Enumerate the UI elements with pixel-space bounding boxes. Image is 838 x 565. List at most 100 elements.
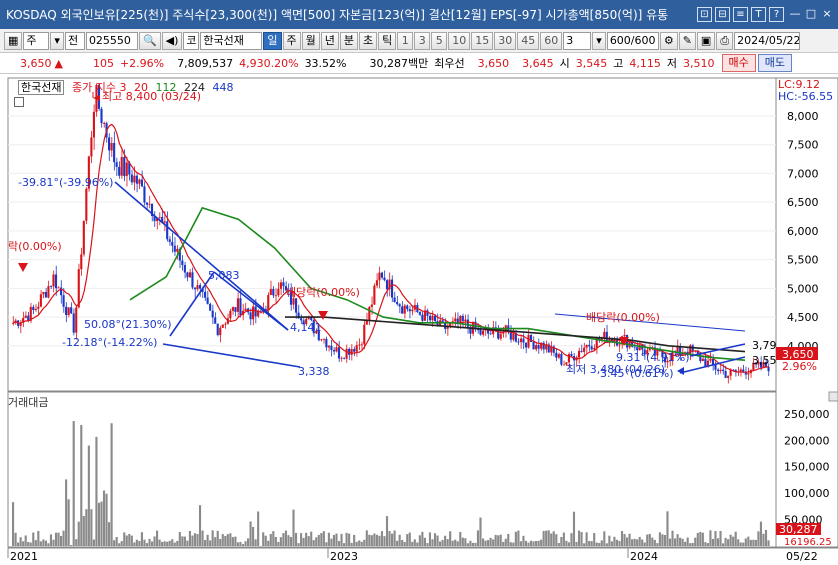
market-select[interactable]: 주 — [23, 31, 50, 50]
settings-icon[interactable]: ⚙ — [659, 31, 678, 50]
volume-bar — [608, 535, 611, 546]
date-input[interactable]: 2024/05/22 — [734, 31, 801, 50]
speaker-icon[interactable]: ◀) — [161, 31, 183, 50]
candle-body — [92, 111, 95, 138]
period-day[interactable]: 일 — [263, 31, 282, 50]
chevron-down-icon[interactable]: ▾ — [592, 31, 606, 50]
candle-body — [517, 341, 520, 343]
sector-prefix[interactable]: 코 — [183, 31, 200, 50]
volume-bar — [67, 499, 70, 546]
candle-body — [327, 345, 330, 348]
candle-body — [537, 345, 540, 349]
volume-bar — [110, 423, 113, 546]
up-arrow-icon: ▲ — [54, 56, 63, 70]
sell-button[interactable]: 매도 — [757, 54, 792, 72]
candle-body — [239, 298, 242, 316]
volume-bar — [39, 541, 42, 546]
volume-bar — [570, 533, 573, 546]
search-icon[interactable]: 🔍 — [138, 31, 161, 50]
count-input[interactable]: 600/600 — [606, 31, 659, 50]
print-icon[interactable]: ⎙ — [716, 31, 734, 50]
link-icon[interactable]: ⊡ — [697, 7, 712, 22]
candle-body — [380, 272, 384, 278]
volume-bar — [156, 530, 159, 546]
chart-settings-icon[interactable] — [14, 97, 24, 107]
stock-code-input[interactable]: 025550 — [85, 31, 138, 50]
volume-bar — [679, 537, 682, 546]
volume-bar — [724, 537, 727, 546]
interval-input[interactable]: 3 — [563, 31, 592, 50]
period-second[interactable]: 초 — [359, 31, 378, 50]
period-week[interactable]: 주 — [282, 31, 301, 50]
minute-5[interactable]: 5 — [431, 31, 448, 50]
candle-body — [742, 369, 745, 372]
date-label-last: 05/22 — [786, 550, 818, 563]
chevron-down-icon[interactable]: ▾ — [50, 31, 64, 50]
minute-15[interactable]: 15 — [471, 31, 494, 50]
full-select[interactable]: 전 — [64, 31, 85, 50]
grid-icon[interactable]: ▦ — [4, 31, 23, 50]
draw-icon[interactable]: ✎ — [678, 31, 696, 50]
candle-body — [120, 157, 123, 176]
candle-body — [721, 369, 725, 372]
volume-bar — [502, 541, 505, 546]
minute-1[interactable]: 1 — [397, 31, 414, 50]
candle-body — [716, 369, 720, 372]
panel-scroll-up[interactable] — [828, 391, 838, 402]
minute-60[interactable]: 60 — [540, 31, 563, 50]
candle-body — [398, 304, 401, 307]
volume-bar — [143, 539, 146, 546]
volume-bar — [519, 541, 522, 546]
candle-body — [209, 303, 212, 311]
volume-bar — [92, 539, 95, 546]
amount: 30,287백만 — [369, 57, 429, 70]
volume-bar — [436, 535, 439, 546]
volume-bar — [590, 541, 593, 546]
candle-body — [603, 331, 606, 338]
volume-bar — [231, 537, 234, 546]
minute-3[interactable]: 3 — [414, 31, 431, 50]
volume-bar — [302, 537, 305, 546]
volume-bar — [689, 543, 692, 546]
minimize-button[interactable]: — — [788, 7, 802, 22]
minute-30[interactable]: 30 — [494, 31, 517, 50]
period-tick[interactable]: 틱 — [378, 31, 397, 50]
candle-body — [100, 108, 103, 124]
maximize-button[interactable]: □ — [804, 7, 818, 22]
candle-body — [570, 354, 573, 357]
volume-bar — [686, 537, 689, 546]
candle-body — [42, 291, 45, 295]
buy-button[interactable]: 매수 — [721, 54, 756, 72]
period-year[interactable]: 년 — [320, 31, 339, 50]
volume-bar — [378, 535, 381, 546]
volume-bar — [221, 534, 224, 546]
candle-body — [363, 324, 366, 345]
help-icon[interactable]: ? — [769, 7, 784, 22]
close-button[interactable]: × — [820, 7, 834, 22]
right-label-a: 3,79 — [752, 339, 777, 352]
annotation-pct2: 50.08°(21.30%) — [84, 318, 172, 331]
period-minute[interactable]: 분 — [339, 31, 359, 50]
volume-bar — [153, 536, 156, 546]
volume-bar — [54, 532, 58, 546]
volume-bar — [739, 542, 742, 546]
minute-10[interactable]: 10 — [448, 31, 471, 50]
volume-bar — [466, 543, 469, 546]
save-icon[interactable]: ▣ — [696, 31, 716, 50]
volume-bar — [527, 542, 530, 546]
text-icon[interactable]: T — [751, 7, 766, 22]
volume-bar — [605, 543, 608, 546]
candle-body — [133, 175, 136, 183]
minute-45[interactable]: 45 — [517, 31, 540, 50]
volume-bar — [12, 502, 15, 546]
minimize-panel-icon[interactable]: ⊟ — [715, 7, 730, 22]
volume-bar — [307, 536, 310, 546]
period-month[interactable]: 월 — [301, 31, 320, 50]
volume-bar — [464, 538, 467, 546]
candle-body — [577, 350, 581, 358]
menu-icon[interactable]: ≡ — [733, 7, 748, 22]
price-chart[interactable]: 최고 8,400 (03/24) -39.81°(-39.96%) 50.08°… — [0, 74, 838, 565]
candle-body — [337, 347, 341, 359]
volume-bar — [274, 536, 277, 546]
candle-body — [709, 358, 712, 361]
